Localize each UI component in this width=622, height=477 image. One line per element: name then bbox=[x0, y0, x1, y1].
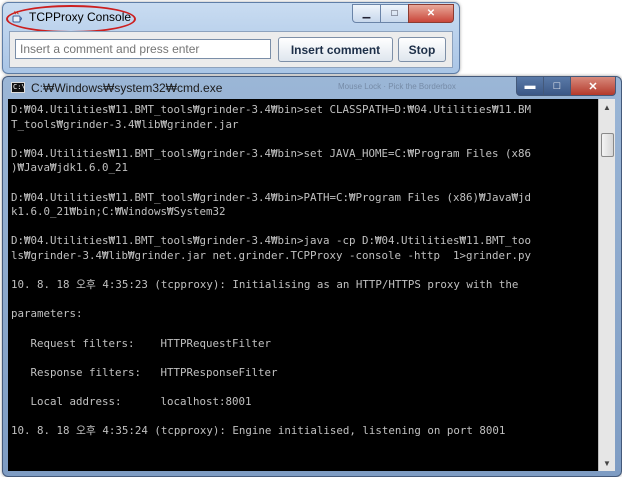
console-line: Local address: localhost:8001 bbox=[11, 394, 252, 408]
cmd-window-controls: ▬ □ ✕ bbox=[516, 76, 616, 96]
close-button[interactable]: ✕ bbox=[408, 4, 454, 23]
cmd-window-title: C:₩Windows₩system32₩cmd.exe bbox=[31, 81, 223, 95]
console-line: D:₩04.Utilities₩11.BMT_tools₩grinder-3.4… bbox=[11, 234, 532, 248]
proxy-window-title: TCPProxy Console bbox=[29, 10, 132, 24]
scrollbar-thumb[interactable] bbox=[601, 133, 614, 157]
scroll-down-button[interactable]: ▼ bbox=[599, 455, 615, 471]
cmd-prompt-icon: C:\ bbox=[11, 82, 26, 93]
insert-comment-button[interactable]: Insert comment bbox=[278, 37, 393, 62]
console-line: ls₩grinder-3.4₩lib₩grinder.jar net.grind… bbox=[11, 248, 532, 262]
console-line: )₩Java₩jdk1.6.0_21 bbox=[11, 161, 129, 175]
stop-button[interactable]: Stop bbox=[398, 37, 446, 62]
minimize-icon: ▁ bbox=[362, 8, 371, 19]
console-text: D:₩04.Utilities₩11.BMT_tools₩grinder-3.4… bbox=[11, 103, 596, 439]
console-line: Request filters: HTTPRequestFilter bbox=[11, 336, 272, 350]
faint-overlay-caption: Mouse Lock · Pick the Borderbox bbox=[338, 82, 456, 91]
minimize-button[interactable]: ▁ bbox=[352, 4, 381, 23]
tcpproxy-console-window: TCPProxy Console ▁ □ ✕ Insert comment St… bbox=[2, 2, 460, 74]
cmd-minimize-button[interactable]: ▬ bbox=[516, 76, 544, 96]
console-output[interactable]: D:₩04.Utilities₩11.BMT_tools₩grinder-3.4… bbox=[8, 99, 598, 471]
arrow-up-icon: ▲ bbox=[603, 102, 611, 112]
cmd-close-button[interactable]: ✕ bbox=[570, 76, 616, 96]
scroll-up-button[interactable]: ▲ bbox=[599, 99, 615, 115]
cmd-title-bar[interactable]: C:\ C:₩Windows₩system32₩cmd.exe Mouse Lo… bbox=[3, 76, 621, 99]
console-line: 10. 8. 18 오후 4:35:24 (tcpproxy): Engine … bbox=[11, 424, 506, 438]
console-line: parameters: bbox=[11, 307, 83, 321]
console-line: 10. 8. 18 오후 4:35:23 (tcpproxy): Initial… bbox=[11, 278, 519, 292]
cmd-window: C:\ C:₩Windows₩system32₩cmd.exe Mouse Lo… bbox=[2, 76, 622, 477]
cmd-icon-text: C:\ bbox=[13, 83, 26, 91]
console-line: T_tools₩grinder-3.4₩lib₩grinder.jar bbox=[11, 117, 239, 131]
vertical-scrollbar[interactable]: ▲ ▼ bbox=[598, 99, 615, 471]
maximize-icon: □ bbox=[391, 8, 398, 19]
console-line: k1.6.0_21₩bin;C:₩Windows₩System32 bbox=[11, 205, 226, 219]
proxy-window-controls: ▁ □ ✕ bbox=[352, 4, 454, 23]
minimize-icon: ▬ bbox=[524, 80, 536, 92]
maximize-icon: □ bbox=[553, 80, 561, 92]
cmd-maximize-button[interactable]: □ bbox=[543, 76, 571, 96]
console-line: D:₩04.Utilities₩11.BMT_tools₩grinder-3.4… bbox=[11, 190, 532, 204]
console-line: D:₩04.Utilities₩11.BMT_tools₩grinder-3.4… bbox=[11, 103, 532, 116]
proxy-client-area: Insert comment Stop bbox=[9, 31, 453, 68]
close-icon: ✕ bbox=[588, 80, 598, 93]
comment-input[interactable] bbox=[15, 39, 271, 59]
maximize-button[interactable]: □ bbox=[380, 4, 409, 23]
proxy-title-bar[interactable]: TCPProxy Console ▁ □ ✕ bbox=[3, 3, 459, 33]
console-line: Response filters: HTTPResponseFilter bbox=[11, 365, 278, 379]
close-icon: ✕ bbox=[426, 8, 436, 19]
arrow-down-icon: ▼ bbox=[603, 458, 611, 468]
console-line: D:₩04.Utilities₩11.BMT_tools₩grinder-3.4… bbox=[11, 146, 532, 160]
